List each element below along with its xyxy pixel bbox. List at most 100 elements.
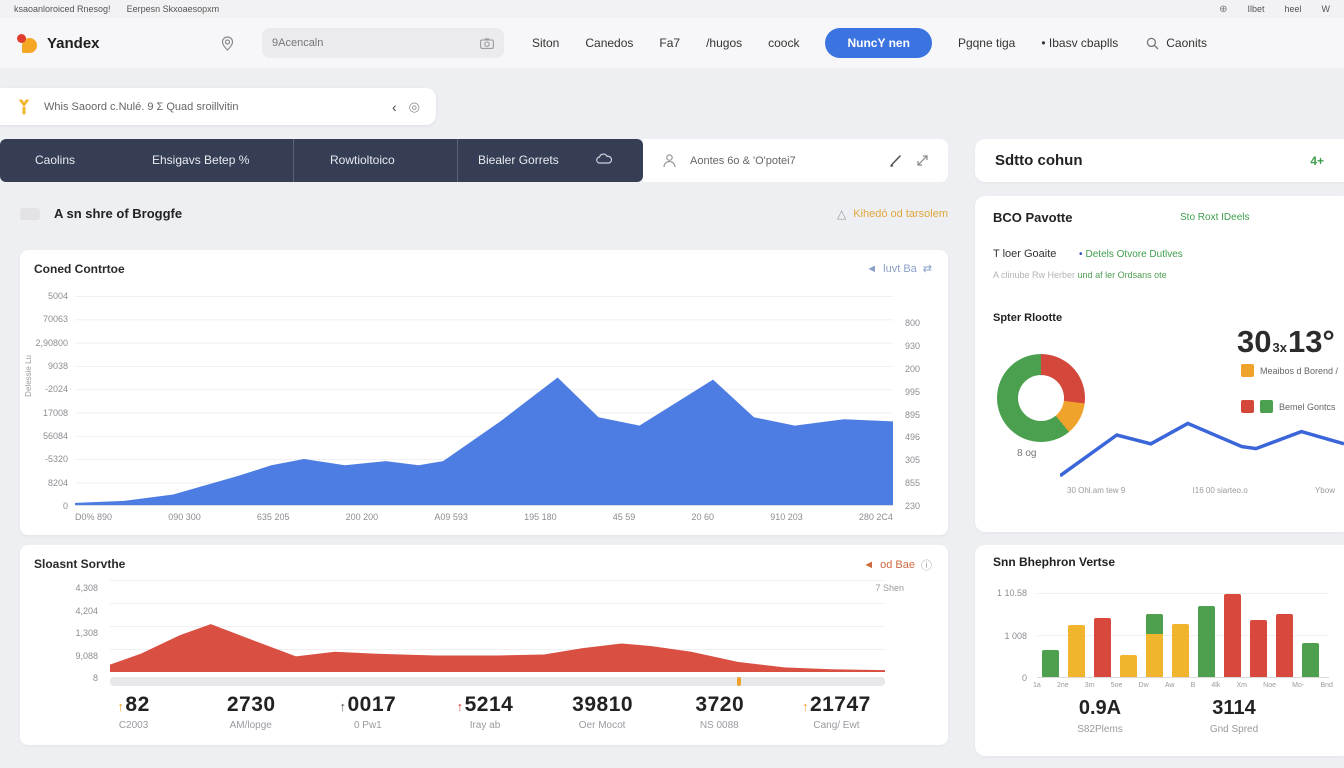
metrica-y-icon (16, 98, 32, 116)
chevron-left-icon[interactable]: ‹ (392, 99, 397, 115)
summary-stat[interactable]: 2730 AM/lopge (192, 693, 309, 731)
legend-item[interactable]: Bemel Gontcs (1241, 400, 1336, 413)
big-metric-sub: 3x (1272, 340, 1286, 355)
target-icon[interactable]: ◎ (409, 99, 420, 115)
stat-label: NS 0088 (661, 720, 778, 731)
scrollbar-marker (737, 677, 741, 686)
chart-settings-link[interactable]: ◄ luvt Ba ⇄ (866, 262, 932, 275)
bar (1198, 606, 1215, 677)
card-link[interactable]: Sto Roxt IDeels (1180, 212, 1344, 223)
summary-stat[interactable]: 3720 NS 0088 (661, 693, 778, 731)
y-tick-label: 8204 (48, 478, 68, 488)
row-link[interactable]: •Detels Otvore Dutlves (1079, 249, 1183, 260)
tab-3[interactable]: Rowtioltoico (330, 153, 395, 167)
nav-item[interactable]: Canedos (585, 36, 633, 50)
trend-arrow-icon: ↑ (802, 699, 809, 714)
x-tick-label: 3m (1085, 682, 1095, 689)
x-tick-label: I16 00 siarteo.o (1193, 486, 1248, 495)
donut-label: 8 og (1017, 448, 1036, 459)
cloud-icon[interactable] (596, 153, 612, 164)
chart-link-label: luvt Ba (883, 263, 917, 275)
y-tick-label: 9,088 (75, 651, 98, 661)
site-search-link[interactable]: Caonits (1146, 36, 1207, 50)
camera-icon[interactable] (480, 38, 494, 49)
weekly-bars-card: Snn Bhephron Vertse 1 10.581 0080 1a2ne3… (975, 545, 1344, 756)
search-icon (1146, 37, 1159, 50)
browser-topbar: ksaoanloroiced Rnesog! Eerpesn Skxoaesop… (0, 0, 1344, 18)
nav-item[interactable]: Fa7 (659, 36, 680, 50)
stat-value: 0.9A (1033, 697, 1167, 720)
report-tabs: Caolins Ehsigavs Betep % Rowtioltoico Bi… (0, 139, 643, 182)
area-chart-sessions[interactable] (110, 580, 885, 672)
x-tick-label: 2ne (1057, 682, 1069, 689)
big-metric-rest: 13° (1288, 324, 1335, 360)
y-tick-label: 1 008 (1004, 631, 1027, 641)
summary-stat[interactable]: ↑5214 Iray ab (426, 693, 543, 731)
x-tick-label: 1a (1033, 682, 1041, 689)
x-axis: 1a2ne3m5oeDwAwB4lkXmNoeMo-Bnd (1033, 682, 1333, 689)
x-tick-label: A09 593 (434, 512, 468, 522)
legend-chip (1260, 400, 1273, 413)
bar (1042, 650, 1059, 677)
brand[interactable]: Yandex (16, 32, 221, 54)
bottom-stat[interactable]: 0.9A S82Plems (1033, 697, 1167, 735)
stat-label: Gnd Spred (1167, 724, 1301, 735)
search-input[interactable] (272, 37, 472, 49)
section-header: A sn shre of Broggfe △ Kihedó od tarsole… (20, 206, 948, 221)
nav-item[interactable]: /hugos (706, 36, 742, 50)
sparkline-icon (20, 208, 40, 220)
x-axis: D0% 890090 300635 205200 200A09 593195 1… (75, 512, 893, 522)
topbar-link[interactable]: Eerpesn Skxoaesopxm (127, 4, 220, 14)
nav-item[interactable]: coock (768, 36, 799, 50)
pencil-icon[interactable] (889, 154, 903, 167)
legend-label: Meaibos d Borend / (1260, 366, 1338, 376)
tab-divider (293, 139, 294, 182)
legend-item[interactable]: Meaibos d Borend / (1241, 364, 1338, 377)
topbar-link[interactable]: Ilbet (1247, 4, 1264, 14)
summary-stat[interactable]: ↑21747 Cang/ Ewt (778, 693, 895, 731)
tab-2[interactable]: Ehsigavs Betep % (152, 153, 249, 167)
stat-label: AM/lopge (192, 720, 309, 731)
y-tick-label: 995 (905, 387, 920, 397)
big-metric: 30 3x 13° (1237, 324, 1335, 360)
y-tick-label: 1,308 (75, 628, 98, 638)
tab-1[interactable]: Caolins (35, 153, 75, 167)
chart-title: Coned Contrtoe (34, 262, 125, 276)
trend-line-chart[interactable] (1060, 418, 1344, 486)
site-search-label: Caonits (1166, 36, 1207, 50)
info-icon[interactable]: ⓘ (921, 557, 932, 573)
chart-settings-link[interactable]: ◄ od Bae ⓘ (863, 557, 932, 573)
bar-chart[interactable] (1037, 593, 1329, 678)
y-tick-label: 1 10.58 (997, 588, 1027, 598)
segment-label[interactable]: Aontes 6o & 'O'potei7 (690, 155, 875, 167)
sidebar-header: Sdtto cohun 4+ (975, 139, 1344, 182)
warning-link[interactable]: △ Kihedó od tarsolem (837, 207, 948, 221)
header-link[interactable]: Pgqne tiga (958, 36, 1015, 50)
tab-4[interactable]: Biealer Gorrets (478, 153, 559, 167)
counter-selector[interactable]: Whis Saoord c.Nulé. 9 Σ Quad sroillvitin… (0, 88, 436, 125)
bullet-icon: • (1041, 36, 1045, 50)
nav-item[interactable]: Siton (532, 36, 559, 50)
area-chart-visits[interactable] (75, 296, 893, 506)
sidebar-badge[interactable]: 4+ (1310, 154, 1324, 168)
bottom-stat[interactable]: 3114 Gnd Spred (1167, 697, 1301, 735)
x-tick-label: 45 59 (613, 512, 636, 522)
chart-scrollbar[interactable] (110, 677, 885, 686)
y-tick-label: 0 (63, 501, 68, 511)
x-tick-label: D0% 890 (75, 512, 112, 522)
location-pin-icon[interactable] (221, 36, 234, 51)
x-tick-label: 195 180 (524, 512, 557, 522)
summary-stat[interactable]: ↑82 C2003 (75, 693, 192, 731)
bar (1120, 655, 1137, 677)
stat-value: 21747 (810, 693, 871, 716)
topbar-link[interactable]: heel (1284, 4, 1301, 14)
summary-stat[interactable]: 39810 Oer Mocot (544, 693, 661, 731)
y-tick-label: 4,204 (75, 606, 98, 616)
topbar-link[interactable]: W (1322, 4, 1331, 14)
topbar-link[interactable]: ksaoanloroiced Rnesog! (14, 4, 111, 14)
summary-stat[interactable]: ↑0017 0 Pw1 (309, 693, 426, 731)
header-link[interactable]: • Ibasv cbaplls (1041, 36, 1118, 50)
primary-action-button[interactable]: NuncY nen (825, 28, 931, 58)
globe-icon[interactable]: ⊕ (1219, 4, 1227, 15)
expand-icon[interactable] (917, 155, 928, 166)
